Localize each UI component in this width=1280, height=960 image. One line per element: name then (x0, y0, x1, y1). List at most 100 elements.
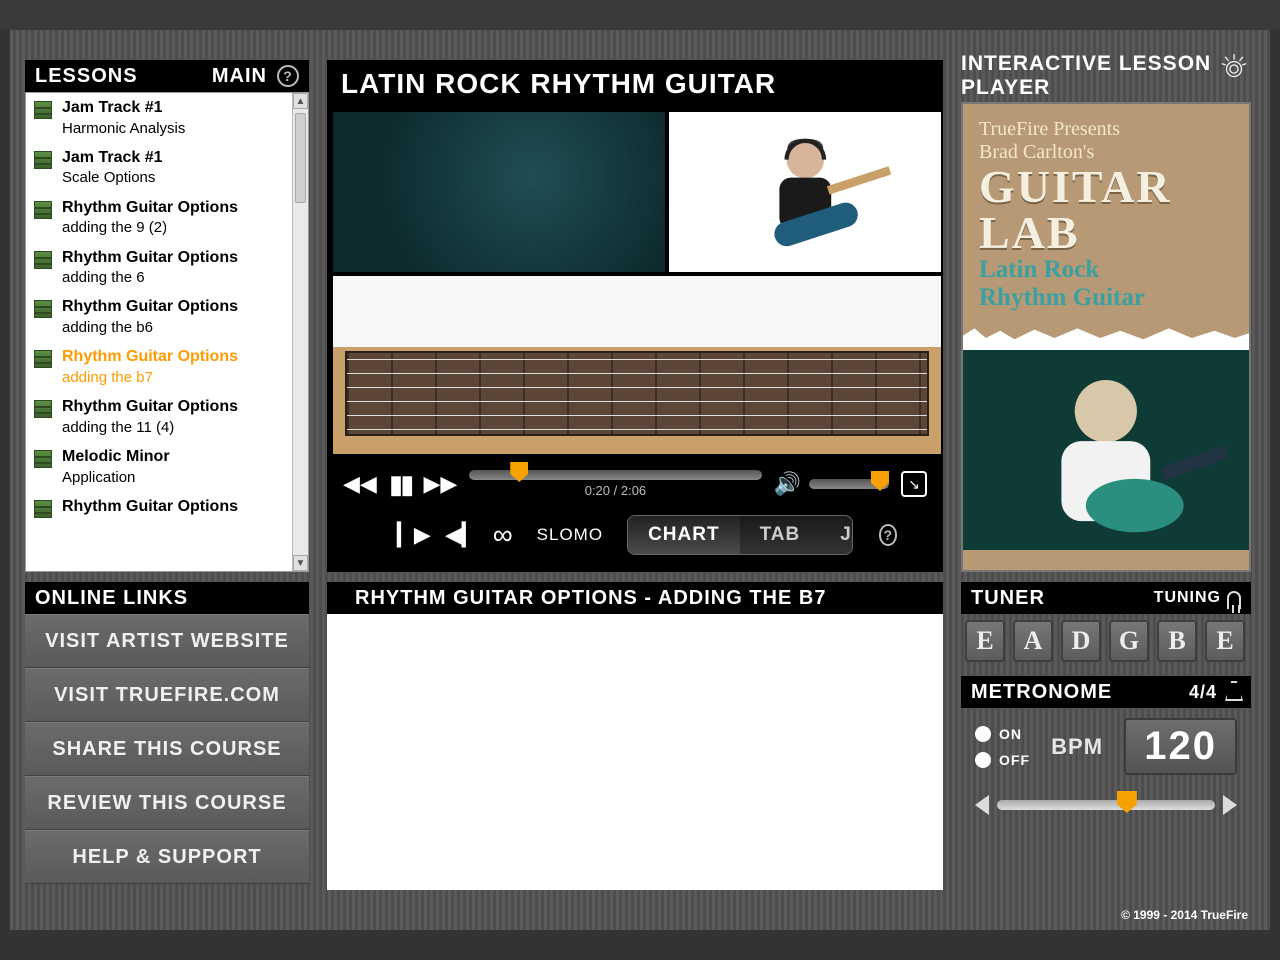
timesig[interactable]: 4/4 (1189, 682, 1217, 703)
video-title: LATIN ROCK RHYTHM GUITAR (327, 60, 943, 108)
lesson-subtitle: Scale Options (62, 168, 286, 188)
forward-button[interactable]: ▶▶ (423, 471, 457, 497)
player-title: INTERACTIVE LESSON PLAYER (961, 52, 1217, 100)
lesson-item[interactable]: Rhythm Guitar Optionsadding the 11 (4) (26, 392, 292, 442)
film-icon (34, 450, 52, 468)
lesson-title: Rhythm Guitar Options (62, 346, 286, 368)
video-pane-fretboard (333, 276, 941, 454)
online-link[interactable]: VISIT TRUEFIRE.COM (25, 668, 309, 722)
bpm-decrease-button[interactable] (975, 795, 989, 815)
tuner-header: TUNER (971, 587, 1045, 610)
lesson-title: Rhythm Guitar Options (62, 197, 286, 219)
lesson-item[interactable]: Jam Track #1Scale Options (26, 143, 292, 193)
tab-jam[interactable]: JAM (820, 516, 852, 554)
video-help-icon[interactable]: ? (879, 524, 898, 546)
pause-button[interactable]: ▮▮ (389, 469, 412, 500)
online-link[interactable]: VISIT ARTIST WEBSITE (25, 614, 309, 668)
lesson-item[interactable]: Rhythm Guitar Optionsadding the b7 (26, 342, 292, 392)
scroll-up-icon[interactable]: ▲ (293, 93, 308, 109)
slomo-button[interactable]: SLOMO (537, 525, 603, 545)
lesson-subtitle: adding the 6 (62, 268, 286, 288)
tuner-note[interactable]: E (965, 620, 1005, 662)
lesson-item[interactable]: Rhythm Guitar Optionsadding the 6 (26, 243, 292, 293)
volume-icon[interactable]: 🔊 (774, 471, 801, 497)
lessons-list: Jam Track #1Harmonic AnalysisJam Track #… (25, 92, 309, 572)
promo-line1: TrueFire Presents (979, 118, 1233, 141)
seek-bar[interactable] (469, 470, 761, 480)
radio-on-icon[interactable] (975, 726, 991, 742)
lesson-subtitle: adding the 11 (4) (62, 418, 286, 438)
lesson-subtitle: adding the 9 (2) (62, 218, 286, 238)
online-link[interactable]: HELP & SUPPORT (25, 830, 309, 884)
scroll-thumb[interactable] (295, 113, 306, 203)
film-icon (34, 101, 52, 119)
chart-header: RHYTHM GUITAR OPTIONS - ADDING THE B7 (327, 582, 943, 614)
logo-spiral-icon (1217, 44, 1251, 90)
lesson-subtitle: Application (62, 468, 286, 488)
loop-end-icon[interactable]: ◀▎ (445, 522, 479, 548)
promo-sub1: Latin Rock (979, 256, 1233, 284)
rewind-button[interactable]: ◀◀ (343, 471, 377, 497)
lesson-item[interactable]: Rhythm Guitar Options (26, 492, 292, 522)
scroll-down-icon[interactable]: ▼ (293, 555, 308, 571)
volume-bar[interactable] (809, 479, 889, 489)
metronome-header: METRONOME (971, 681, 1112, 704)
lesson-title: Rhythm Guitar Options (62, 247, 286, 269)
help-icon[interactable]: ? (277, 65, 299, 87)
lesson-item[interactable]: Rhythm Guitar Optionsadding the b6 (26, 292, 292, 342)
lesson-title: Jam Track #1 (62, 97, 286, 119)
copyright: © 1999 - 2014 TrueFire (1121, 908, 1248, 922)
links-header: ONLINE LINKS (25, 582, 309, 614)
lesson-item[interactable]: Jam Track #1Harmonic Analysis (26, 93, 292, 143)
radio-off-icon[interactable] (975, 752, 991, 768)
seek-knob[interactable] (510, 462, 528, 482)
film-icon (34, 350, 52, 368)
film-icon (34, 251, 52, 269)
lesson-title: Rhythm Guitar Options (62, 396, 286, 418)
lesson-title: Melodic Minor (62, 446, 286, 468)
tuning-label[interactable]: TUNING (1154, 589, 1221, 607)
bpm-increase-button[interactable] (1223, 795, 1237, 815)
metronome-on[interactable]: ON (975, 726, 1030, 742)
bpm-value[interactable]: 120 (1124, 718, 1237, 775)
film-icon (34, 400, 52, 418)
lesson-item[interactable]: Melodic MinorApplication (26, 442, 292, 492)
film-icon (34, 300, 52, 318)
bpm-label: BPM (1051, 734, 1103, 760)
tuner-note[interactable]: E (1205, 620, 1245, 662)
lesson-title: Rhythm Guitar Options (62, 296, 286, 318)
lesson-title: Jam Track #1 (62, 147, 286, 169)
fullscreen-button[interactable] (901, 471, 927, 497)
tab-tab[interactable]: TAB (740, 516, 821, 554)
loop-icon[interactable]: ∞ (493, 519, 513, 551)
lessons-header: LESSONS (35, 65, 138, 88)
online-link[interactable]: REVIEW THIS COURSE (25, 776, 309, 830)
video-pane-closeup (333, 112, 665, 272)
metronome-off[interactable]: OFF (975, 752, 1030, 768)
bpm-knob[interactable] (1117, 791, 1137, 813)
tuner-note[interactable]: G (1109, 620, 1149, 662)
film-icon (34, 201, 52, 219)
bpm-slider[interactable] (997, 800, 1215, 810)
tuner-note[interactable]: A (1013, 620, 1053, 662)
tuner-note[interactable]: D (1061, 620, 1101, 662)
main-label[interactable]: MAIN (212, 65, 267, 88)
time-display: 0:20 / 2:06 (585, 483, 646, 498)
lessons-scrollbar[interactable]: ▲ ▼ (292, 93, 308, 571)
tuner-note[interactable]: B (1157, 620, 1197, 662)
film-icon (34, 500, 52, 518)
promo-sub2: Rhythm Guitar (979, 284, 1233, 312)
lesson-title: Rhythm Guitar Options (62, 496, 286, 518)
promo-big1: GUITAR (979, 164, 1233, 210)
lesson-subtitle: adding the b7 (62, 368, 286, 388)
metronome-icon (1223, 683, 1241, 701)
tuning-fork-icon[interactable] (1227, 591, 1241, 609)
lesson-subtitle: adding the b6 (62, 318, 286, 338)
course-promo: TrueFire Presents Brad Carlton's GUITAR … (961, 102, 1251, 572)
video-pane-person (669, 112, 941, 272)
online-link[interactable]: SHARE THIS COURSE (25, 722, 309, 776)
tab-chart[interactable]: CHART (628, 516, 740, 554)
loop-start-icon[interactable]: ▎▶ (397, 522, 431, 548)
volume-knob[interactable] (871, 471, 889, 491)
lesson-item[interactable]: Rhythm Guitar Optionsadding the 9 (2) (26, 193, 292, 243)
